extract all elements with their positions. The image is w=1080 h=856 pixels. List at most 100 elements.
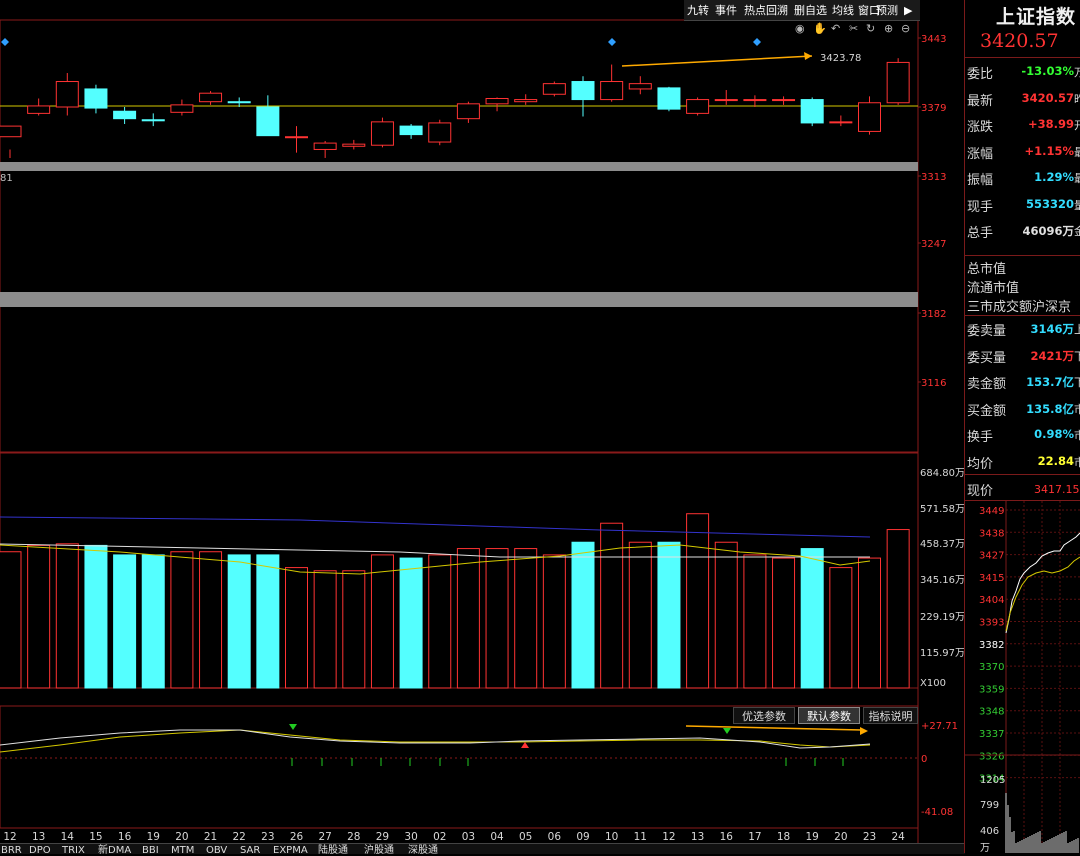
- mini-price-axis-label: 3438: [979, 528, 1004, 539]
- hand-icon[interactable]: ✋: [813, 22, 827, 35]
- candle-body: [285, 136, 308, 139]
- candle-body: [600, 81, 624, 101]
- order-label: 买金额: [967, 403, 1007, 419]
- market-float-label: 流通市值: [967, 281, 1020, 296]
- indicator-axis-label: -41.08: [921, 807, 953, 818]
- candle-body: [657, 87, 681, 110]
- quote-value: 553320: [1025, 196, 1074, 211]
- index-price: 3420.57: [980, 30, 1059, 52]
- candle-body: [428, 122, 452, 143]
- quote-suffix: 金: [1074, 225, 1080, 238]
- quote-row: 涨幅 +1.15% 最: [966, 138, 1080, 164]
- volume-bar: [399, 557, 423, 689]
- toolbar-hotspot-button[interactable]: 热点回溯: [744, 3, 788, 19]
- mini-volume-axis-label: 万: [980, 843, 990, 853]
- candle-body: [0, 125, 22, 138]
- candle-body: [141, 119, 165, 122]
- tab-sh-connect[interactable]: 沪股通: [364, 846, 394, 856]
- zoom-in-icon[interactable]: ⊕: [884, 22, 893, 35]
- date-axis-label: 22: [233, 831, 246, 843]
- quote-value: 3420.57: [1021, 90, 1074, 105]
- candle-body: [256, 106, 280, 137]
- tab-mtm[interactable]: MTM: [171, 846, 194, 856]
- price-axis-label: 3443: [921, 34, 946, 45]
- mini-price-axis-label: 3337: [979, 729, 1004, 740]
- current-price-label: 现价: [967, 484, 994, 499]
- volume-bar: [84, 544, 108, 689]
- quote-value: 46096万: [1022, 224, 1074, 238]
- tab-obv[interactable]: OBV: [206, 846, 227, 856]
- candle-body: [199, 92, 223, 103]
- left-edge-label: 81: [0, 173, 13, 184]
- zoom-out-icon[interactable]: ⊖: [901, 22, 910, 35]
- volume-bar: [743, 554, 767, 689]
- rotate-icon[interactable]: ↻: [866, 22, 875, 35]
- candle-body: [800, 99, 824, 124]
- date-axis-label: 24: [891, 831, 905, 843]
- tab-brr[interactable]: BRR: [1, 846, 22, 856]
- candle-body: [485, 98, 509, 105]
- order-row: 均价 22.84 市: [966, 448, 1080, 474]
- chart-area[interactable]: 3443 3379 3313 3247 3182 3116 81 3423.78 684.80万…: [0, 0, 965, 853]
- trend-arrow-head-icon: [804, 52, 812, 60]
- toolbar-ma-button[interactable]: 均线: [832, 3, 854, 19]
- order-row: 卖金额 153.7亿下: [966, 368, 1080, 394]
- tab-bbi[interactable]: BBI: [142, 846, 159, 856]
- intraday-mini-chart[interactable]: 3449 3438 3427 3415 3404 3393 3382 3370 3359 3348…: [964, 501, 1080, 853]
- tab-sar[interactable]: SAR: [240, 846, 260, 856]
- toolbar-play-button[interactable]: ▶: [904, 3, 912, 19]
- date-axis-label: 17: [748, 831, 761, 843]
- candle-body: [170, 104, 194, 113]
- date-axis-label: 19: [806, 831, 819, 843]
- date-axis-label: 29: [376, 831, 389, 843]
- quote-suffix: 最: [1074, 172, 1080, 185]
- candle-body: [113, 110, 137, 120]
- candle-body: [342, 143, 366, 147]
- volume-bar: [800, 548, 824, 689]
- date-axis-label: 11: [634, 831, 647, 843]
- date-axis-label: 06: [548, 831, 562, 843]
- quote-suffix: 开: [1074, 119, 1080, 132]
- mini-volume-axis-label: 406: [980, 826, 999, 837]
- toolbar-predict-button[interactable]: 预测: [876, 3, 898, 19]
- candle-body: [886, 61, 910, 104]
- tab-default-params[interactable]: 默认参数: [798, 707, 860, 724]
- volume-bar: [571, 541, 595, 689]
- undo-icon[interactable]: ↶: [831, 22, 840, 35]
- sell-signal-arrow-icon: [289, 724, 297, 730]
- order-row: 买金额 135.8亿市: [966, 395, 1080, 421]
- volume-bar: [141, 554, 165, 689]
- tab-hk-connect[interactable]: 陆股通: [318, 846, 348, 856]
- tab-indicator-help[interactable]: 指标说明: [863, 707, 918, 724]
- eye-icon[interactable]: ◉: [795, 22, 805, 35]
- candle-body: [714, 99, 738, 102]
- main-chart-svg[interactable]: 3443 3379 3313 3247 3182 3116 81 3423.78 684.80万…: [0, 0, 965, 853]
- tab-sz-connect[interactable]: 深股通: [408, 846, 438, 856]
- toolbar-event-button[interactable]: 事件: [715, 3, 737, 19]
- date-axis-label: 16: [720, 831, 734, 843]
- toolbar-jiuzhuan-button[interactable]: 九转: [687, 3, 709, 19]
- quote-value: +1.15%: [1024, 143, 1074, 158]
- volume-axis-label: 458.37万: [920, 539, 965, 550]
- tab-expma[interactable]: EXPMA: [273, 846, 308, 856]
- signal-diamond-icon: [1, 38, 9, 46]
- order-value: 2421万: [1030, 348, 1074, 363]
- indicator-trend-arrow-line: [685, 725, 863, 731]
- date-axis-label: 10: [605, 831, 618, 843]
- order-value: 135.8亿: [1026, 401, 1074, 416]
- volume-bar: [55, 543, 79, 689]
- candle-body: [227, 101, 251, 104]
- quote-value: 1.29%: [1034, 170, 1074, 184]
- tab-optimized-params[interactable]: 优选参数: [733, 707, 795, 724]
- order-value: 22.84: [1037, 453, 1074, 468]
- volume-bar: [256, 554, 280, 689]
- tab-trix[interactable]: TRIX: [62, 846, 85, 856]
- tab-dpo[interactable]: DPO: [29, 846, 51, 856]
- toolbar-remove-watch-button[interactable]: 删自选: [794, 3, 827, 19]
- volume-bar: [657, 541, 681, 689]
- quote-row: 现手 553320 量: [966, 191, 1080, 217]
- order-value: 153.7亿: [1026, 375, 1074, 389]
- scissors-icon[interactable]: ✂: [849, 22, 858, 35]
- indicator-axis-label: 0: [921, 754, 927, 765]
- tab-newdma[interactable]: 新DMA: [98, 846, 131, 856]
